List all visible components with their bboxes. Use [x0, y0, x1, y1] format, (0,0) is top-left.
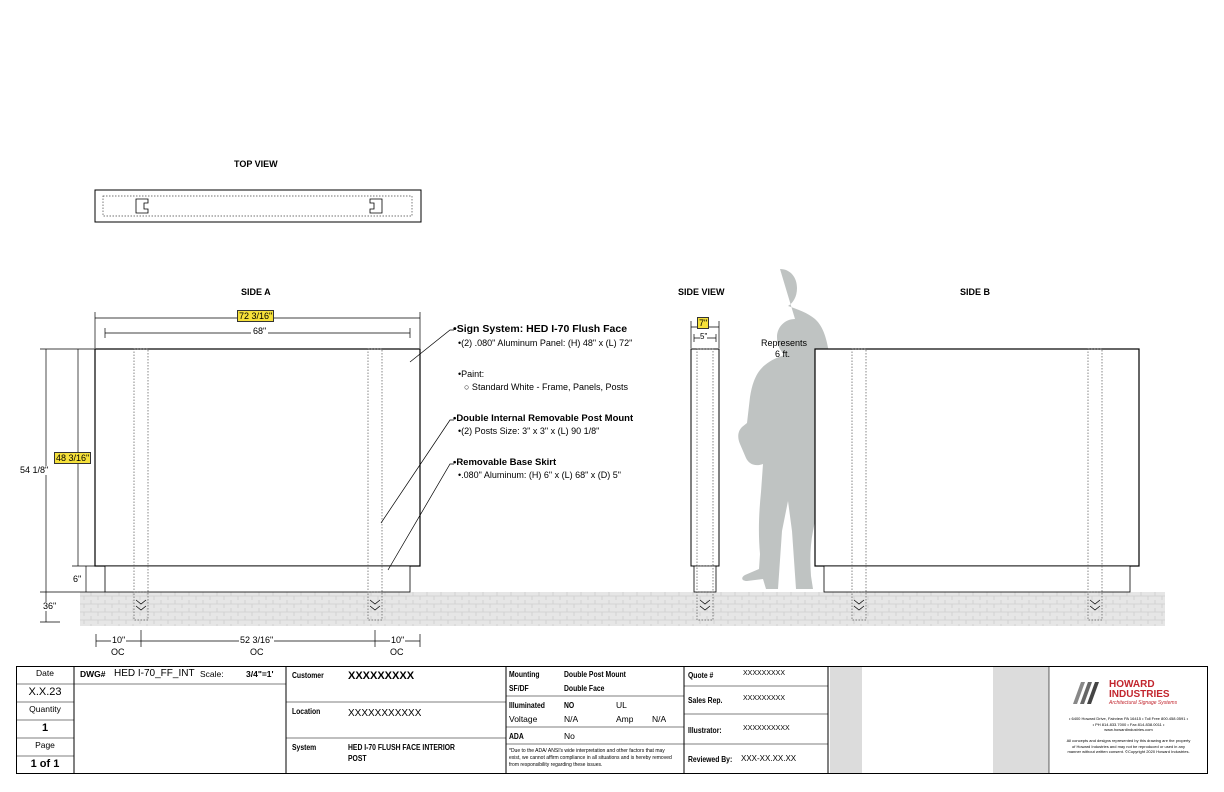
page-value: 1 of 1 — [30, 758, 60, 770]
side-inner-dim: 5" — [700, 332, 708, 341]
human-6ft: 6 ft. — [775, 349, 791, 359]
company-tagline: Architectural Signage Systems — [1109, 700, 1178, 706]
scale-value: 3/4"=1' — [246, 669, 274, 679]
note-post-mount-line: •(2) Posts Size: 3" x 3" x (L) 90 1/8" — [458, 426, 600, 437]
quantity-label: Quantity — [29, 704, 61, 714]
company-block: HOWARD INDUSTRIES Architectural Signage … — [1049, 666, 1208, 774]
page-label: Page — [35, 740, 55, 750]
side-view-drawing — [690, 321, 720, 621]
top-view-drawing — [94, 189, 422, 223]
amp-value: N/A — [652, 714, 667, 724]
quote-label: Quote # — [688, 671, 714, 680]
date-label: Date — [36, 668, 54, 678]
note-base-skirt: •Removable Base Skirt •.080" Aluminum: (… — [453, 457, 621, 481]
oc-mid-dim: 52 3/16" — [239, 635, 275, 645]
oc-left-dim: 10" — [111, 635, 127, 645]
customer-value: XXXXXXXXX — [348, 670, 415, 682]
note-sign-system-line: •(2) .080" Aluminum Panel: (H) 48" x (L)… — [458, 337, 633, 348]
oc-left-label: OC — [111, 647, 125, 657]
total-height-dim: 54 1/8" — [20, 465, 49, 475]
title-block: Date X.X.23 Quantity 1 Page 1 of 1 DWG# … — [16, 666, 1208, 774]
ada-value: No — [564, 731, 575, 741]
company-name-2: INDUSTRIES — [1109, 689, 1170, 700]
skirt-height-dim: 6" — [73, 574, 82, 584]
ada-disclaimer: *Due to the ADA/ ANSI's wide interpretat… — [509, 748, 672, 768]
note-paint-title: •Paint: — [458, 369, 485, 379]
side-b-drawing — [814, 348, 1140, 621]
note-sign-system-title: •Sign System: HED I-70 Flush Face — [453, 323, 628, 335]
company-address: • 6400 Howard Drive, Fairview PA 16415 •… — [1068, 716, 1188, 732]
quote-value: XXXXXXXXX — [743, 670, 786, 677]
company-legal: All concepts and designs represented by … — [1066, 738, 1191, 754]
note-base-skirt-line: •.080" Aluminum: (H) 6" x (L) 68" x (D) … — [458, 470, 621, 481]
quantity-value: 1 — [41, 722, 49, 734]
sales-label: Sales Rep. — [688, 696, 723, 705]
human-represents: Represents — [761, 338, 808, 348]
scale-label: Scale: — [200, 669, 224, 679]
location-value: XXXXXXXXXXX — [348, 708, 422, 719]
inner-width-dim: 68" — [251, 326, 269, 336]
customer-label: Customer — [292, 671, 324, 680]
reviewed-label: Reviewed By: — [688, 755, 733, 764]
system-value-1: HED I-70 FLUSH FACE INTERIOR — [348, 743, 455, 752]
dwg-value: HED I-70_FF_INT — [114, 668, 195, 679]
reviewed-value: XXX-XX.XX.XX — [741, 754, 797, 763]
illuminated-label: Illuminated — [509, 701, 545, 710]
side-a-label: SIDE A — [241, 287, 271, 297]
sfdf-value: Double Face — [564, 684, 605, 693]
dwg-label: DWG# — [80, 669, 106, 679]
illustrator-value: XXXXXXXXXX — [743, 725, 790, 732]
side-view-label: SIDE VIEW — [678, 287, 725, 297]
note-paint-line: ○ Standard White - Frame, Panels, Posts — [464, 381, 628, 392]
sales-value: XXXXXXXXX — [743, 695, 786, 702]
illuminated-value: NO — [564, 701, 575, 710]
side-depth-dim: 7" — [697, 317, 710, 329]
oc-right-label: OC — [390, 647, 404, 657]
voltage-value: N/A — [564, 714, 579, 724]
note-post-mount-title: •Double Internal Removable Post Mount — [453, 413, 634, 424]
ground-right — [460, 592, 1165, 626]
date-value: X.X.23 — [28, 686, 62, 698]
oc-mid-label: OC — [250, 647, 264, 657]
note-sign-system: •Sign System: HED I-70 Flush Face •(2) .… — [453, 323, 633, 348]
top-view-label: TOP VIEW — [234, 159, 278, 169]
note-base-skirt-title: •Removable Base Skirt — [453, 457, 557, 468]
mounting-value: Double Post Mount — [564, 670, 626, 679]
sfdf-label: SF/DF — [509, 684, 529, 693]
amp-label: Amp — [616, 714, 634, 724]
overall-width-dim: 72 3/16" — [237, 310, 275, 322]
panel-height-dim: 48 3/16" — [54, 452, 92, 464]
voltage-label: Voltage — [509, 714, 538, 724]
note-post-mount: •Double Internal Removable Post Mount •(… — [453, 413, 634, 437]
illustrator-label: Illustrator: — [688, 726, 722, 735]
side-b-label: SIDE B — [960, 287, 991, 297]
oc-right-dim: 10" — [390, 635, 406, 645]
ground-left — [80, 592, 460, 626]
note-paint: •Paint: ○ Standard White - Frame, Panels… — [458, 369, 628, 393]
mounting-label: Mounting — [509, 670, 540, 679]
bury-depth-dim: 36" — [43, 601, 57, 611]
location-label: Location — [292, 707, 321, 716]
system-label: System — [292, 743, 317, 752]
system-value-2: POST — [348, 754, 367, 763]
ul-label: UL — [616, 700, 627, 710]
company-logo-icon — [1073, 682, 1099, 704]
ada-label: ADA — [509, 732, 524, 741]
